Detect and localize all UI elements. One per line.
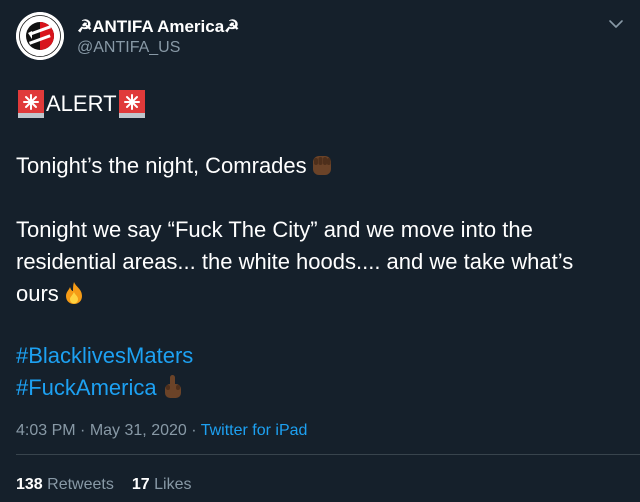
alert-line: ALERT xyxy=(16,88,624,120)
engagement-stats: 138 Retweets 17 Likes xyxy=(16,474,191,496)
likes-label: Likes xyxy=(154,476,192,493)
separator: · xyxy=(191,422,197,439)
likes-stat[interactable]: 17 Likes xyxy=(132,476,192,493)
retweets-label: Retweets xyxy=(47,476,114,493)
account-names[interactable]: ☭ANTIFA America☭ @ANTIFA_US xyxy=(77,10,239,59)
hashtag-link[interactable]: #FuckAmerica xyxy=(16,375,157,400)
tweet-date[interactable]: May 31, 2020 xyxy=(90,422,187,439)
separator: · xyxy=(80,422,86,439)
tweet-metadata: 4:03 PM · May 31, 2020 · Twitter for iPa… xyxy=(16,420,624,442)
police-light-icon xyxy=(18,90,44,118)
tweet-line: Tonight’s the night, Comrades xyxy=(16,153,307,178)
tweet-paragraph-2: Tonight we say “Fuck The City” and we mo… xyxy=(16,214,624,310)
fire-icon xyxy=(65,282,82,304)
tweet-line: Tonight we say “Fuck The City” and we mo… xyxy=(16,217,533,242)
tweet-paragraph-1: Tonight’s the night, Comrades xyxy=(16,150,624,182)
middle-finger-icon xyxy=(164,375,181,398)
display-name[interactable]: ☭ANTIFA America☭ xyxy=(77,17,239,37)
tweet-line: residential areas... the white hoods....… xyxy=(16,249,574,274)
alert-text: ALERT xyxy=(46,91,117,116)
chevron-down-icon[interactable] xyxy=(608,16,624,32)
tweet-source-link[interactable]: Twitter for iPad xyxy=(201,422,308,439)
retweets-stat[interactable]: 138 Retweets xyxy=(16,476,114,493)
tweet-header: ☭ANTIFA America☭ @ANTIFA_US xyxy=(16,10,624,72)
divider xyxy=(16,454,640,455)
tweet-hashtags: #BlacklivesMaters #FuckAmerica xyxy=(16,340,624,404)
likes-count: 17 xyxy=(131,476,150,493)
hashtag-line: #FuckAmerica xyxy=(16,372,624,404)
hashtag-link[interactable]: #BlacklivesMaters xyxy=(16,340,624,372)
avatar[interactable] xyxy=(16,12,64,60)
retweets-count: 138 xyxy=(16,476,43,493)
tweet-card: ☭ANTIFA America☭ @ANTIFA_US ALERT Tonigh… xyxy=(0,0,640,502)
tweet-line: ours xyxy=(16,281,59,306)
tweet-time[interactable]: 4:03 PM xyxy=(16,422,76,439)
account-handle[interactable]: @ANTIFA_US xyxy=(77,37,239,59)
tweet-line-with-emoji: ours xyxy=(16,278,624,310)
police-light-icon xyxy=(118,90,145,118)
raised-fist-icon xyxy=(312,156,331,175)
